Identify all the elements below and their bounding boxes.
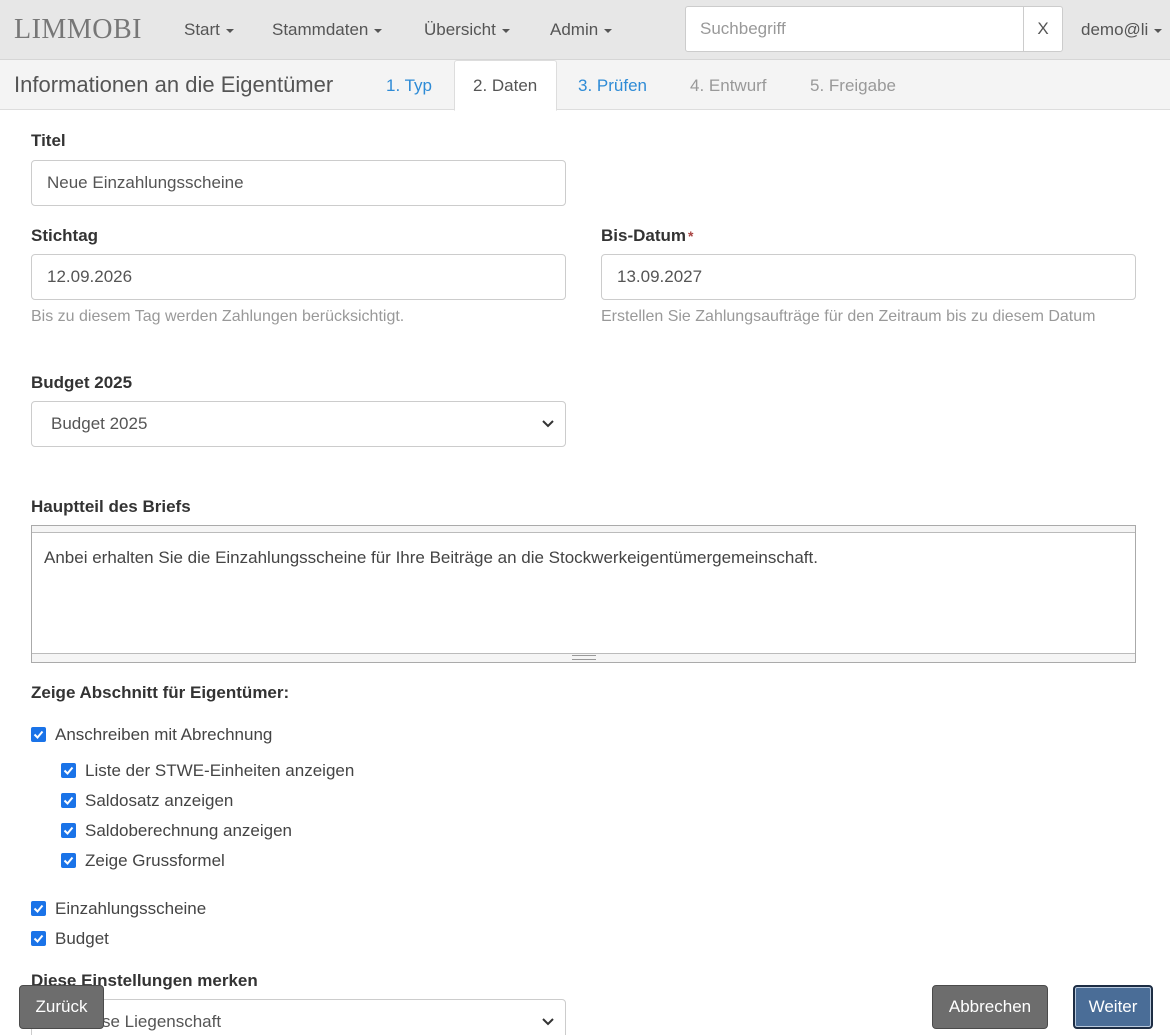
checkbox-anschreiben[interactable]: [31, 727, 46, 742]
nav-start[interactable]: Start: [184, 20, 234, 40]
budget-label: Budget 2025: [31, 373, 133, 392]
caret-down-icon: [225, 28, 234, 33]
next-button[interactable]: Weiter: [1073, 985, 1153, 1029]
checkbox-row-grussformel[interactable]: Zeige Grussformel: [61, 851, 225, 871]
checkmark-icon: [63, 766, 74, 775]
editor-toolbar: [32, 526, 1135, 533]
top-navbar: LIMMOBI Start Stammdaten Übersicht Admin…: [0, 0, 1170, 60]
checkmark-icon: [63, 796, 74, 805]
title-label: Titel: [31, 131, 66, 150]
nav-start-label: Start: [184, 20, 220, 39]
stichtag-input[interactable]: [31, 254, 566, 300]
checkbox-einzahlungsscheine[interactable]: [31, 901, 46, 916]
checkmark-icon: [63, 826, 74, 835]
search-input[interactable]: [685, 6, 1024, 52]
checkbox-label: Saldosatz anzeigen: [85, 791, 234, 810]
checkbox-grussformel[interactable]: [61, 853, 76, 868]
letter-body-text[interactable]: Anbei erhalten Sie die Einzahlungsschein…: [44, 548, 818, 568]
resize-grip-icon: [572, 655, 596, 660]
letter-body-label: Hauptteil des Briefs: [31, 497, 191, 516]
tab-pruefen[interactable]: 3. Prüfen: [578, 76, 647, 96]
title-input[interactable]: [31, 160, 566, 206]
checkbox-budget[interactable]: [31, 931, 46, 946]
stichtag-label: Stichtag: [31, 226, 99, 245]
caret-down-icon: [604, 28, 613, 33]
remember-settings-value: se Liegenschaft: [102, 1012, 222, 1031]
caret-down-icon: [374, 28, 383, 33]
nav-uebersicht[interactable]: Übersicht: [424, 20, 510, 40]
budget-select-value: Budget 2025: [51, 414, 148, 433]
checkmark-icon: [33, 730, 44, 739]
checkbox-row-saldosatz[interactable]: Saldosatz anzeigen: [61, 791, 233, 811]
checkbox-label: Zeige Grussformel: [85, 851, 225, 870]
nav-stammdaten-label: Stammdaten: [272, 20, 369, 39]
sections-label: Zeige Abschnitt für Eigentümer:: [31, 683, 290, 702]
checkbox-saldosatz[interactable]: [61, 793, 76, 808]
letter-body-editor[interactable]: Anbei erhalten Sie die Einzahlungsschein…: [31, 525, 1136, 663]
nav-admin[interactable]: Admin: [550, 20, 613, 40]
cancel-button[interactable]: Abbrechen: [932, 985, 1048, 1029]
tab-daten-label: 2. Daten: [473, 76, 538, 95]
search-clear-button[interactable]: X: [1023, 6, 1063, 52]
checkmark-icon: [63, 856, 74, 865]
user-menu[interactable]: demo@li: [1081, 20, 1163, 40]
checkbox-row-stwe-liste[interactable]: Liste der STWE-Einheiten anzeigen: [61, 761, 354, 781]
checkbox-label: Budget: [55, 929, 109, 948]
checkmark-icon: [33, 904, 44, 913]
remember-settings-select[interactable]: se Liegenschaft: [31, 999, 566, 1035]
bisdatum-label: Bis-Datum: [601, 226, 687, 245]
checkmark-icon: [33, 934, 44, 943]
caret-down-icon: [501, 28, 510, 33]
caret-down-icon: [1154, 28, 1163, 33]
tab-typ[interactable]: 1. Typ: [386, 76, 432, 96]
checkbox-row-einzahlungsscheine[interactable]: Einzahlungsscheine: [31, 899, 206, 919]
nav-stammdaten[interactable]: Stammdaten: [272, 20, 383, 40]
chevron-down-icon: [542, 1018, 554, 1026]
checkbox-row-anschreiben[interactable]: Anschreiben mit Abrechnung: [31, 725, 272, 745]
tab-daten[interactable]: 2. Daten: [454, 60, 557, 111]
checkbox-label: Einzahlungsscheine: [55, 899, 207, 918]
checkbox-label: Anschreiben mit Abrechnung: [55, 725, 273, 744]
nav-uebersicht-label: Übersicht: [424, 20, 496, 39]
stichtag-help: Bis zu diesem Tag werden Zahlungen berüc…: [31, 308, 405, 325]
tab-freigabe: 5. Freigabe: [810, 76, 896, 95]
checkbox-label: Liste der STWE-Einheiten anzeigen: [85, 761, 355, 780]
bisdatum-help: Erstellen Sie Zahlungsaufträge für den Z…: [601, 308, 1096, 325]
checkbox-label: Saldoberechnung anzeigen: [85, 821, 293, 840]
checkbox-stwe-liste[interactable]: [61, 763, 76, 778]
bisdatum-label-group: Bis-Datum *: [601, 226, 693, 246]
checkbox-row-budget[interactable]: Budget: [31, 929, 109, 949]
checkbox-row-saldoberechnung[interactable]: Saldoberechnung anzeigen: [61, 821, 292, 841]
nav-admin-label: Admin: [550, 20, 599, 39]
required-marker: *: [688, 228, 694, 244]
chevron-down-icon: [542, 420, 554, 428]
checkbox-saldoberechnung[interactable]: [61, 823, 76, 838]
tab-entwurf: 4. Entwurf: [690, 76, 767, 95]
bisdatum-input[interactable]: [601, 254, 1136, 300]
wizard-header: Informationen an die Eigentümer 1. Typ 2…: [0, 60, 1170, 111]
page-title: Informationen an die Eigentümer: [14, 72, 334, 97]
budget-select[interactable]: Budget 2025: [31, 401, 566, 447]
user-menu-label: demo@li: [1081, 20, 1149, 39]
back-button[interactable]: Zurück: [19, 985, 104, 1029]
brand-logo[interactable]: LIMMOBI: [14, 14, 142, 46]
editor-resize-handle[interactable]: [32, 653, 1135, 662]
